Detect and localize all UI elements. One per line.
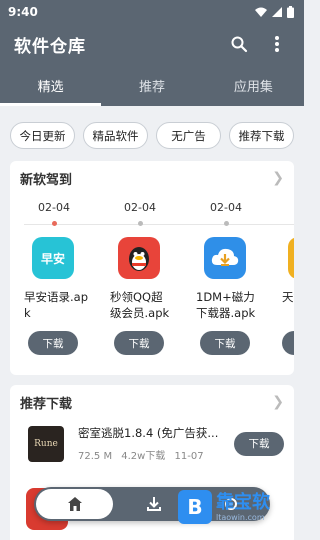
chevron-right-icon: ❯: [272, 394, 284, 410]
section-title: 新软驾到: [20, 172, 73, 188]
app-header: 9:40 软件仓库 精选 推荐 应用集: [0, 0, 304, 106]
wifi-icon: [255, 7, 267, 17]
tab-bar: 精选 推荐 应用集: [0, 64, 304, 106]
chip-today-update[interactable]: 今日更新: [10, 122, 75, 149]
timeline-item: 02-04: [196, 201, 256, 226]
app-name: 秒领QQ超级会员.apk: [110, 290, 170, 320]
app-item[interactable]: 秒领QQ超级会员.apk 下载: [96, 237, 174, 355]
timeline-dot: [137, 221, 143, 226]
timeline-item: 02-04: [110, 201, 170, 226]
timeline-date: 02-04: [210, 201, 242, 214]
app-size: 72.5 M: [78, 451, 113, 462]
app-icon: Rune: [28, 425, 64, 462]
signal-icon: [272, 7, 282, 17]
watermark: B 靠宝软 ltaowin.com: [178, 490, 270, 524]
app-name: 1DM+磁力下载器.apk: [196, 290, 256, 320]
status-icons: [255, 6, 294, 18]
cloud-download-icon: [211, 248, 239, 266]
new-software-card: 新软驾到 ❯ 02-04 02-04 02-04 早安 早安语录.apk 下载: [10, 161, 294, 375]
filter-chips: 今日更新 精品软件 无广告 推荐下载: [0, 106, 304, 161]
timeline-dot: [51, 221, 57, 226]
app-meta: 72.5 M 4.2w下载 11-07: [78, 447, 226, 462]
section-title: 推荐下载: [20, 396, 73, 412]
qq-penguin-icon: [129, 247, 149, 271]
battery-icon: [287, 6, 294, 18]
nav-home[interactable]: [36, 489, 114, 519]
app-icon: 早安: [32, 237, 74, 279]
app-title: 软件仓库: [14, 36, 86, 57]
tab-featured[interactable]: 精选: [0, 64, 101, 106]
watermark-url: ltaowin.com: [216, 512, 265, 522]
app-date: 11-07: [174, 451, 204, 462]
app-info: 密室逃脱1.8.4 (免广告获... 72.5 M 4.2w下载 11-07: [78, 425, 226, 462]
app-item[interactable]: 1DM+磁力下载器.apk 下载: [182, 237, 260, 355]
app-icon: [288, 237, 294, 279]
download-button[interactable]: 下载: [28, 331, 78, 355]
download-button[interactable]: [282, 331, 294, 355]
timeline-item: 02-04: [24, 201, 84, 226]
download-button[interactable]: 下载: [114, 331, 164, 355]
app-icon: [204, 237, 246, 279]
app-item[interactable]: 早安 早安语录.apk 下载: [10, 237, 89, 355]
watermark-text: 靠宝软 ltaowin.com: [216, 491, 270, 522]
tab-indicator: [0, 103, 101, 106]
chip-recommended-download[interactable]: 推荐下载: [229, 122, 294, 149]
home-icon: [67, 497, 82, 511]
chip-quality-software[interactable]: 精品软件: [83, 122, 148, 149]
new-software-header[interactable]: 新软驾到 ❯: [10, 161, 294, 195]
app-downloads: 4.2w下载: [121, 451, 166, 462]
app-icon: [118, 237, 160, 279]
watermark-name: 靠宝软: [216, 491, 270, 513]
download-icon: [146, 497, 161, 511]
toolbar: 软件仓库: [0, 24, 304, 64]
status-time: 9:40: [8, 5, 38, 19]
search-icon[interactable]: [226, 31, 252, 57]
tab-app-collection[interactable]: 应用集: [203, 64, 304, 106]
watermark-logo: B: [178, 490, 212, 524]
timeline: 02-04 02-04 02-04: [10, 195, 294, 237]
timeline-date: 02-04: [124, 201, 156, 214]
list-item[interactable]: Rune 密室逃脱1.8.4 (免广告获... 72.5 M 4.2w下载 11…: [10, 419, 294, 462]
app-name: 早安语录.apk: [24, 290, 89, 320]
timeline-dot: [223, 221, 229, 226]
status-bar: 9:40: [0, 0, 304, 24]
tab-recommend[interactable]: 推荐: [101, 64, 202, 106]
app-name: 密室逃脱1.8.4 (免广告获...: [78, 426, 219, 440]
chip-no-ads[interactable]: 无广告: [156, 122, 221, 149]
app-item[interactable]: 天v.a: [268, 237, 294, 355]
chevron-right-icon: ❯: [272, 170, 284, 186]
download-button[interactable]: 下载: [234, 431, 284, 456]
recommended-header[interactable]: 推荐下载 ❯: [10, 385, 294, 419]
download-button[interactable]: 下载: [200, 331, 250, 355]
new-apps-row: 早安 早安语录.apk 下载 秒领QQ超级会员.apk 下载 1DM+磁力下载器…: [10, 237, 294, 371]
more-vert-icon[interactable]: [264, 31, 290, 57]
timeline-date: 02-04: [38, 201, 70, 214]
app-name: 天v.a: [282, 290, 294, 304]
